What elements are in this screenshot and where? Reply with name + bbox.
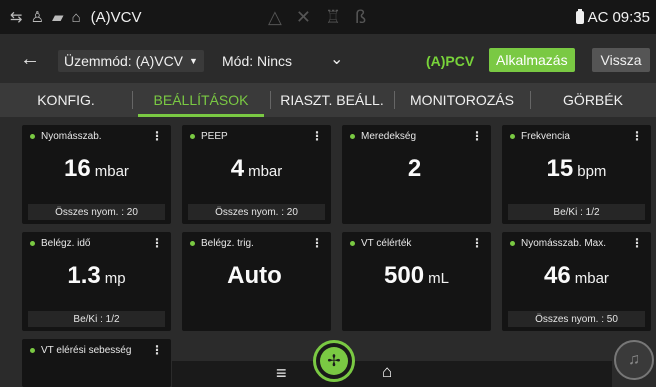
- submode-label[interactable]: Mód: Nincs: [222, 53, 292, 69]
- tile-value: 500: [384, 262, 425, 289]
- setting-tile-insp-trigger[interactable]: Belégz. trig. ⋮ Auto: [182, 232, 331, 331]
- setting-tile-pressure-max[interactable]: Nyomásszab. Max. ⋮ 46 mbar Összes nyom. : …: [502, 232, 651, 331]
- tile-footer: Összes nyom. : 20: [188, 204, 325, 220]
- tile-footer: Összes nyom. : 20: [28, 204, 165, 220]
- home-icon[interactable]: ⌂: [382, 362, 392, 382]
- power-source: AC: [587, 8, 609, 26]
- tools-icon: ✕: [295, 7, 311, 27]
- battery-icon: [575, 8, 584, 24]
- setting-tile-peep[interactable]: PEEP ⋮ 4 mbar Összes nyom. : 20: [182, 125, 331, 224]
- tab-riaszt-beall[interactable]: RIASZT. BEÁLL.: [270, 83, 394, 117]
- status-bar: ⇆ ♙ ▰ ⌂ (A)VCV △ ✕ ♖ ß AC 09:35: [0, 0, 656, 34]
- tile-value: Auto: [227, 262, 282, 289]
- tile-title: VT elérési sebesség: [41, 344, 132, 356]
- tile-unit: bpm: [577, 163, 607, 180]
- more-vert-icon[interactable]: ⋮: [151, 343, 163, 357]
- more-vert-icon[interactable]: ⋮: [631, 236, 643, 250]
- setting-tile-vt-rise-rate[interactable]: VT elérési sebesség ⋮: [22, 339, 171, 387]
- building-icon: ⌂: [71, 8, 81, 26]
- more-vert-icon[interactable]: ⋮: [311, 129, 323, 143]
- more-vert-icon[interactable]: ⋮: [151, 129, 163, 143]
- caret-down-icon: ▼: [189, 56, 198, 66]
- status-dot: [510, 240, 515, 246]
- clock: 09:35: [612, 8, 650, 26]
- tile-title: Nyomásszab. Max.: [521, 237, 607, 249]
- tile-value: 1.3: [67, 262, 101, 289]
- bell-icon: ♫: [628, 351, 640, 368]
- tile-title: Belégz. idő: [41, 237, 91, 249]
- more-vert-icon[interactable]: ⋮: [311, 236, 323, 250]
- status-dot: [350, 133, 355, 139]
- setting-tile-vt-target[interactable]: VT célérték ⋮ 500 mL: [342, 232, 491, 331]
- tile-title: Nyomásszab.: [41, 130, 102, 142]
- status-dot: [190, 240, 195, 246]
- status-dot: [190, 133, 195, 139]
- setting-tile-insp-time[interactable]: Belégz. idő ⋮ 1.3 mp Be/Ki : 1/2: [22, 232, 171, 331]
- more-vert-icon[interactable]: ⋮: [631, 129, 643, 143]
- apply-button[interactable]: Alkalmazás: [489, 48, 575, 72]
- warning-triangle-icon: △: [268, 7, 282, 27]
- tile-value: 4: [230, 155, 245, 182]
- tile-footer: [348, 311, 485, 327]
- status-dot: [350, 240, 355, 246]
- tile-footer: [188, 311, 325, 327]
- tile-unit: mL: [428, 270, 449, 287]
- patient-icon: ♙: [30, 8, 45, 26]
- tab-bar: KONFIG. BEÁLLÍTÁSOK RIASZT. BEÁLL. MONIT…: [0, 83, 656, 117]
- tile-unit: mbar: [574, 270, 609, 287]
- tile-title: PEEP: [201, 130, 228, 142]
- tile-value: 46: [544, 262, 571, 289]
- status-dot: [30, 240, 35, 246]
- tile-footer: Be/Ki : 1/2: [508, 204, 645, 220]
- tab-beallitasok[interactable]: BEÁLLÍTÁSOK: [132, 83, 270, 117]
- back-button[interactable]: Vissza: [592, 48, 650, 72]
- tile-title: Meredekség: [361, 130, 417, 142]
- tile-value: 15: [546, 155, 574, 182]
- more-vert-icon[interactable]: ⋮: [151, 236, 163, 250]
- chevron-down-icon[interactable]: ⌄: [330, 49, 343, 69]
- back-arrow-icon[interactable]: ←: [20, 48, 40, 71]
- pending-mode-label: (A)PCV: [426, 53, 475, 69]
- circuit-icon: ⇆: [10, 8, 23, 26]
- tile-title: Belégz. trig.: [201, 237, 254, 249]
- lung-icon: ß: [355, 7, 367, 27]
- current-mode-label: (A)VCV: [90, 8, 142, 26]
- fan-icon: ✢: [320, 347, 348, 375]
- mode-dropdown[interactable]: Üzemmód: (A)VCV ▼: [58, 50, 204, 72]
- adult-icon: ▰: [52, 8, 64, 26]
- tab-monitorozas[interactable]: MONITOROZÁS: [394, 83, 530, 117]
- tile-footer: [348, 204, 485, 220]
- tile-footer: Be/Ki : 1/2: [28, 311, 165, 327]
- more-vert-icon[interactable]: ⋮: [471, 236, 483, 250]
- tile-unit: mbar: [94, 163, 129, 180]
- setting-tile-slope[interactable]: Meredekség ⋮ 2: [342, 125, 491, 224]
- status-dot: [30, 347, 35, 353]
- tile-unit: mbar: [248, 163, 283, 180]
- ventilation-button[interactable]: ✢: [313, 340, 355, 382]
- tile-value: 2: [407, 155, 422, 182]
- menu-icon[interactable]: ≡: [276, 363, 287, 384]
- setting-tile-pressure[interactable]: Nyomásszab. ⋮ 16 mbar Összes nyom. : 20: [22, 125, 171, 224]
- tile-footer: Összes nyom. : 50: [508, 311, 645, 327]
- patient-monitor-icon: ♖: [324, 7, 342, 27]
- mode-dropdown-label: Üzemmód: (A)VCV: [64, 53, 184, 69]
- tile-title: Frekvencia: [521, 130, 570, 142]
- status-dot: [510, 133, 515, 139]
- tile-value: 16: [64, 155, 91, 182]
- tab-konfig[interactable]: KONFIG.: [0, 83, 132, 117]
- status-dot: [30, 133, 35, 139]
- setting-tile-frequency[interactable]: Frekvencia ⋮ 15 bpm Be/Ki : 1/2: [502, 125, 651, 224]
- alarm-silence-button[interactable]: ♫: [614, 340, 654, 380]
- tile-title: VT célérték: [361, 237, 412, 249]
- tab-gorbek[interactable]: GÖRBÉK: [530, 83, 656, 117]
- more-vert-icon[interactable]: ⋮: [471, 129, 483, 143]
- tile-unit: mp: [104, 270, 126, 287]
